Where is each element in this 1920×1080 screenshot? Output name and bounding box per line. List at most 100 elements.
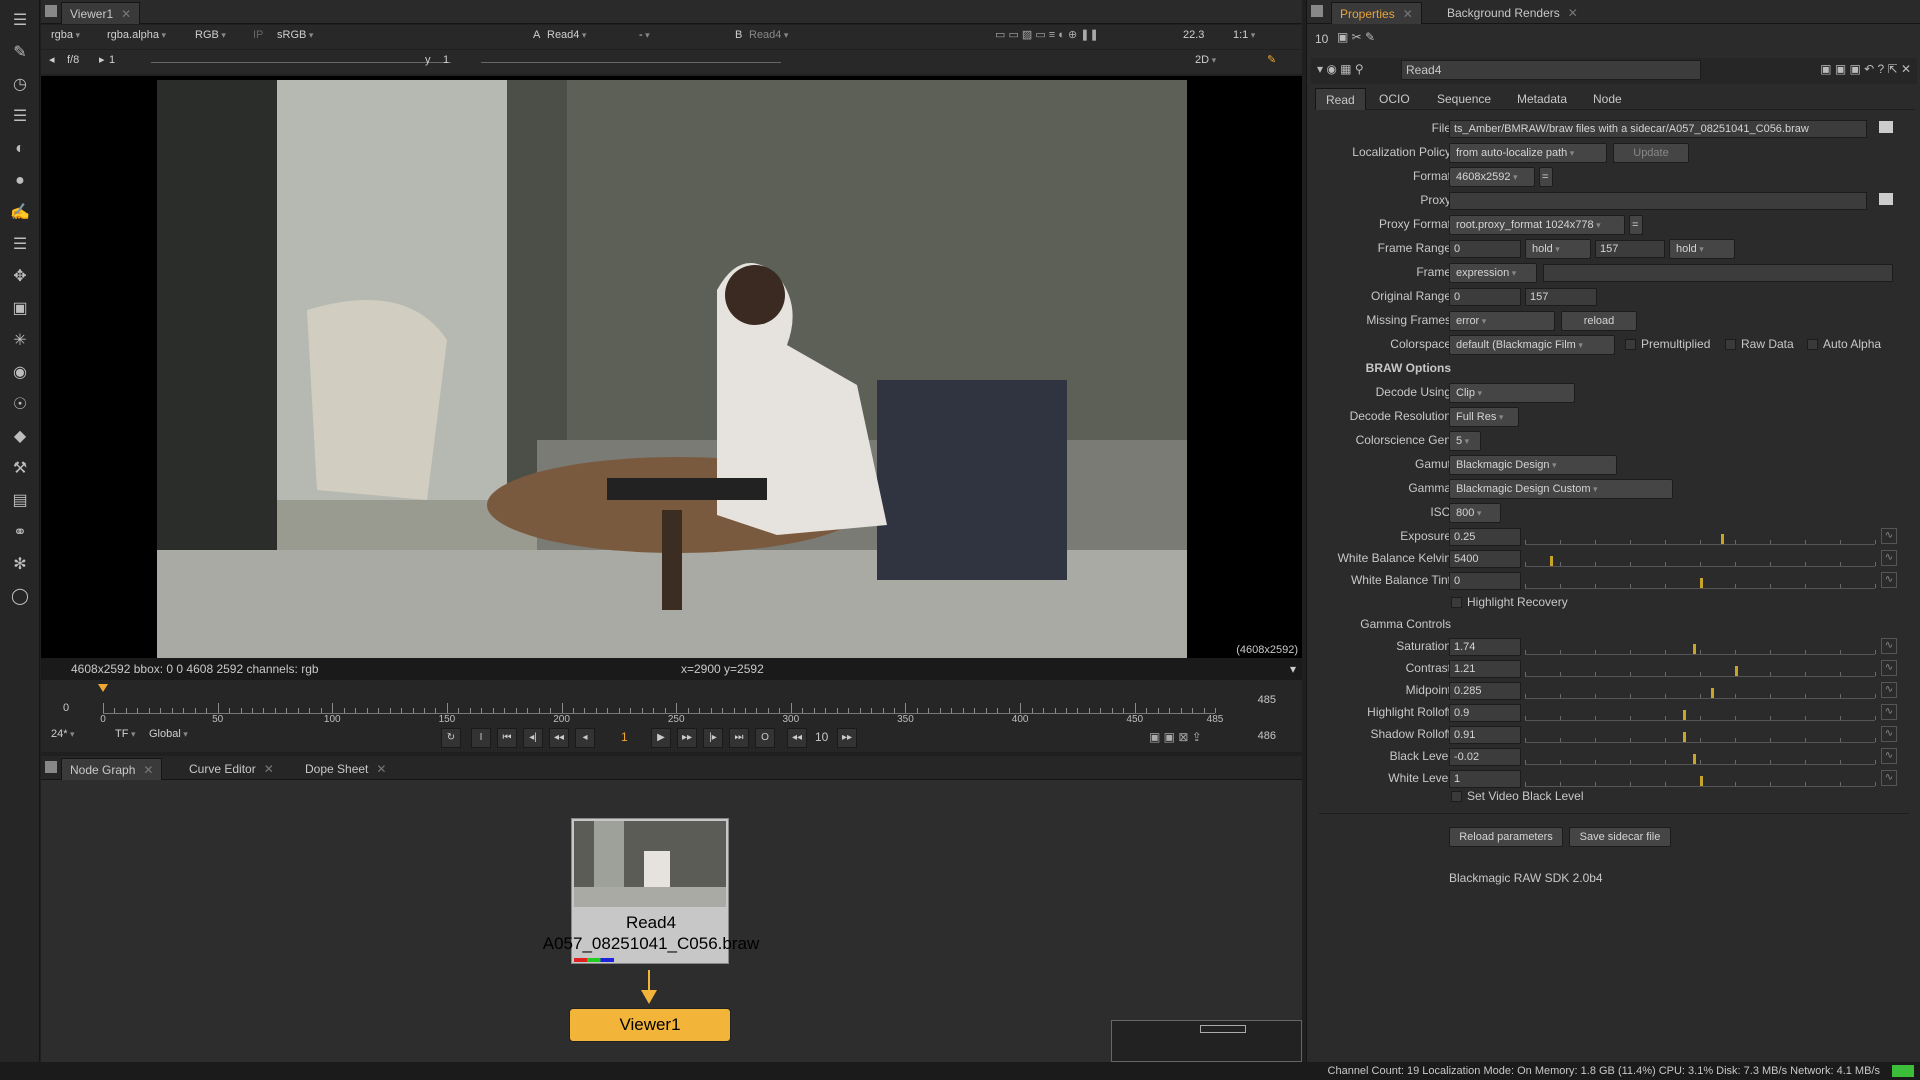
views-icon[interactable]: ☉ (9, 394, 31, 416)
playhead[interactable] (98, 684, 108, 692)
gain-value[interactable]: 1 (105, 50, 119, 70)
3d-icon[interactable]: ▣ (9, 298, 31, 320)
auto-alpha-checkbox[interactable] (1807, 339, 1818, 350)
prev-key-icon[interactable]: ◂| (523, 728, 543, 748)
slider-track[interactable] (1525, 573, 1876, 589)
missing-frames-select[interactable]: error (1449, 311, 1555, 331)
a-input-select[interactable]: Read4 (543, 25, 631, 45)
tab-properties[interactable]: Properties ✕ (1331, 2, 1422, 24)
skip-back-icon[interactable]: ◂◂ (787, 728, 807, 748)
localization-select[interactable]: from auto-localize path (1449, 143, 1607, 163)
close-icon[interactable]: ✕ (1403, 7, 1413, 21)
slider-thumb[interactable] (1682, 732, 1686, 742)
subtab-ocio[interactable]: OCIO (1371, 88, 1418, 110)
folder-icon[interactable] (1879, 193, 1893, 205)
frame-range-start[interactable]: 0 (1449, 240, 1521, 258)
slider-thumb[interactable] (1721, 534, 1724, 544)
panel-menu-icon[interactable] (45, 761, 57, 773)
proxy-format-select[interactable]: root.proxy_format 1024x778 (1449, 215, 1625, 235)
animation-curve-icon[interactable]: ∿ (1881, 770, 1897, 786)
tab-viewer1[interactable]: Viewer1 ✕ (61, 2, 141, 24)
slider-track[interactable] (1525, 551, 1876, 567)
slider-thumb[interactable] (1700, 578, 1703, 588)
slider-thumb[interactable] (1682, 710, 1686, 720)
raw-data-checkbox[interactable] (1725, 339, 1736, 350)
highlight-recovery-checkbox[interactable] (1451, 597, 1462, 608)
save-sidecar-button[interactable]: Save sidecar file (1569, 827, 1671, 847)
playback-icons[interactable]: ▣ ▣ ⊠ ⇪ (1149, 730, 1202, 744)
gain-slider[interactable] (151, 62, 451, 63)
slider-track[interactable] (1525, 683, 1876, 699)
play-forward-icon[interactable]: ▶ (651, 728, 671, 748)
slider-track[interactable] (1525, 705, 1876, 721)
other-icon[interactable]: ▤ (9, 490, 31, 512)
max-panels[interactable]: 10 (1315, 32, 1328, 46)
format-edit-button[interactable]: = (1539, 167, 1553, 187)
fps-select[interactable]: 24* (47, 724, 79, 744)
slider-value-field[interactable]: 1.21 (1449, 660, 1521, 678)
frame-range-after-select[interactable]: hold (1669, 239, 1735, 259)
animation-curve-icon[interactable]: ∿ (1881, 528, 1897, 544)
in-point-icon[interactable]: I (471, 728, 491, 748)
close-icon[interactable]: ✕ (376, 762, 386, 776)
slider-track[interactable] (1525, 639, 1876, 655)
navigator-minimap[interactable] (1111, 1020, 1302, 1062)
menu-icon[interactable]: ☰ (9, 10, 31, 32)
current-frame[interactable]: 1 (621, 730, 628, 744)
subtab-sequence[interactable]: Sequence (1429, 88, 1499, 110)
info-expand-icon[interactable]: ▾ (1290, 658, 1296, 680)
slider-value-field[interactable]: 0 (1449, 572, 1521, 590)
panel-toolbar-icons[interactable]: ▣ ✂ ✎ (1337, 30, 1375, 44)
animation-curve-icon[interactable]: ∿ (1881, 572, 1897, 588)
filter-icon[interactable]: ● (9, 170, 31, 192)
node-header-icons[interactable]: ▾ ◉ ▦ ⚲ (1317, 62, 1364, 76)
lut-select[interactable]: sRGB (273, 25, 317, 45)
rgb-select[interactable]: RGB (191, 25, 230, 45)
iso-select[interactable]: 800 (1449, 503, 1501, 523)
alpha-select[interactable]: rgba.alpha (103, 25, 170, 45)
gamma-select[interactable]: Blackmagic Design Custom (1449, 479, 1673, 499)
ofx-icon[interactable]: ✻ (9, 554, 31, 576)
channels-select[interactable]: rgba (47, 25, 84, 45)
slider-thumb[interactable] (1710, 688, 1714, 698)
gamut-select[interactable]: Blackmagic Design (1449, 455, 1617, 475)
prev-fstop-icon[interactable]: ◂ (45, 50, 59, 70)
time-icon[interactable]: ◷ (9, 74, 31, 96)
file-field[interactable]: ts_Amber/BMRAW/braw files with a sidecar… (1449, 120, 1867, 138)
slider-track[interactable] (1525, 529, 1876, 545)
original-range-start[interactable]: 0 (1449, 288, 1521, 306)
slider-thumb[interactable] (1693, 644, 1696, 654)
subtab-metadata[interactable]: Metadata (1509, 88, 1575, 110)
slider-value-field[interactable]: 5400 (1449, 550, 1521, 568)
original-range-end[interactable]: 157 (1525, 288, 1597, 306)
decode-res-select[interactable]: Full Res (1449, 407, 1519, 427)
reload-button[interactable]: reload (1561, 311, 1637, 331)
tab-node-graph[interactable]: Node Graph ✕ (61, 758, 163, 780)
ip-button[interactable]: IP (249, 25, 267, 45)
viewer-icons[interactable]: ▭ ▭ ▨ ▭ ≡ ◐ ⊕ ❚❚ (991, 25, 1103, 45)
slider-track[interactable] (1525, 749, 1876, 765)
set-video-black-checkbox[interactable] (1451, 791, 1462, 802)
colorscience-select[interactable]: 5 (1449, 431, 1481, 451)
slider-track[interactable] (1525, 771, 1876, 787)
deep-icon[interactable]: ◉ (9, 362, 31, 384)
animation-curve-icon[interactable]: ∿ (1881, 550, 1897, 566)
b-input-select[interactable]: Read4 (745, 25, 835, 45)
last-frame-icon[interactable]: ⏭ (729, 728, 749, 748)
zoom-value[interactable]: 22.3 (1179, 25, 1208, 45)
node-window-icons[interactable]: ▣ ▣ ▣ ↶ ? ⇱ ✕ (1820, 62, 1911, 76)
first-frame-icon[interactable]: ⏮ (497, 728, 517, 748)
nodegraph-panel[interactable]: Node Graph ✕ Curve Editor ✕ Dope Sheet ✕ Re… (41, 756, 1302, 1062)
update-button[interactable]: Update (1613, 143, 1689, 163)
close-icon[interactable]: ✕ (121, 7, 131, 21)
slider-value-field[interactable]: 0.25 (1449, 528, 1521, 546)
tf-select[interactable]: TF (111, 724, 139, 744)
animation-curve-icon[interactable]: ∿ (1881, 638, 1897, 654)
frame-expression-field[interactable] (1543, 264, 1893, 282)
slider-value-field[interactable]: -0.02 (1449, 748, 1521, 766)
premultiplied-checkbox[interactable] (1625, 339, 1636, 350)
subtab-read[interactable]: Read (1315, 88, 1366, 110)
frame-range-before-select[interactable]: hold (1525, 239, 1591, 259)
merge-icon[interactable]: ☰ (9, 234, 31, 256)
keyer-icon[interactable]: ✍ (9, 202, 31, 224)
